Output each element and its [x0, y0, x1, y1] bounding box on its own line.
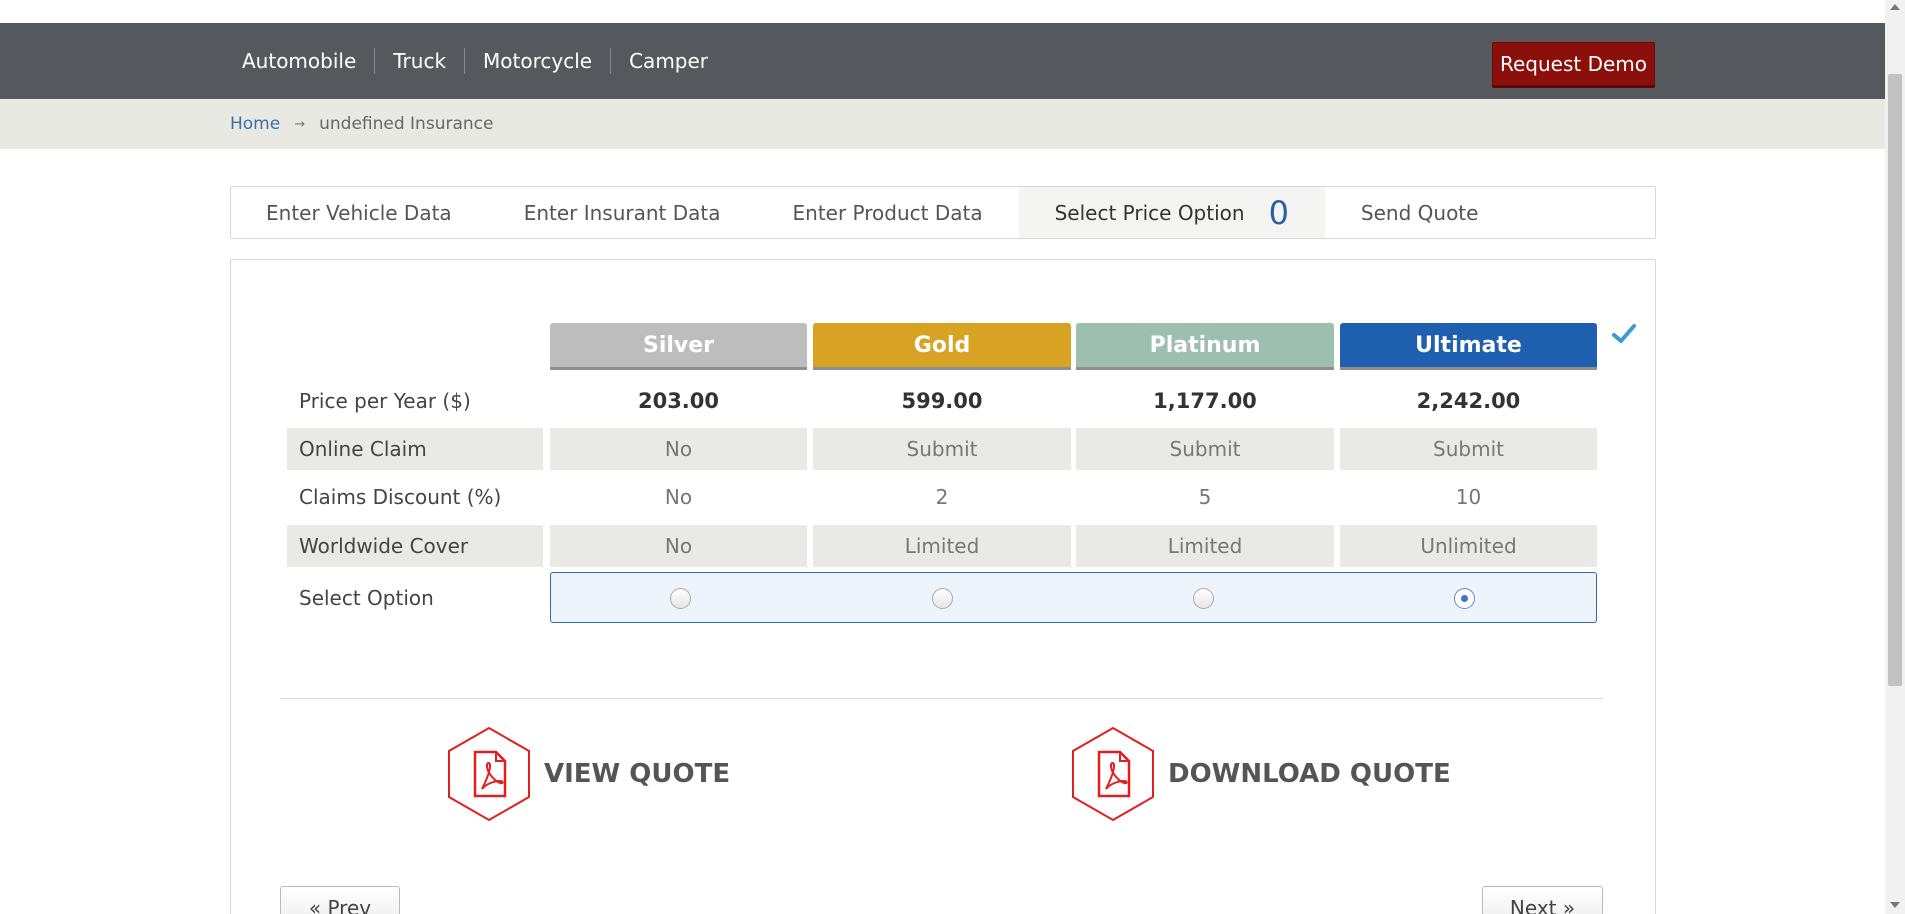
- row-label-online-claim: Online Claim: [287, 428, 543, 470]
- radio-platinum[interactable]: [1193, 588, 1214, 609]
- price-platinum: 1,177.00: [1153, 389, 1257, 413]
- plan-header-platinum: Platinum: [1076, 323, 1334, 370]
- plan-header-gold: Gold: [813, 323, 1071, 370]
- prev-button[interactable]: « Prev: [280, 886, 400, 914]
- radio-silver[interactable]: [670, 588, 691, 609]
- online-claim-ultimate: Submit: [1340, 428, 1597, 470]
- vertical-scrollbar[interactable]: [1885, 0, 1905, 914]
- plan-header-ultimate: Ultimate: [1340, 323, 1597, 370]
- view-quote-label: VIEW QUOTE: [544, 759, 731, 789]
- nav-menu: Automobile Truck Motorcycle Camper: [232, 23, 726, 99]
- step-enter-insurant-data[interactable]: Enter Insurant Data: [488, 187, 757, 238]
- radio-ultimate[interactable]: [1454, 588, 1475, 609]
- worldwide-cover-silver: No: [550, 525, 807, 567]
- breadcrumb-bar: Home → undefined Insurance: [0, 99, 1885, 149]
- claims-discount-ultimate: 10: [1455, 485, 1482, 509]
- row-label-select-option: Select Option: [299, 586, 434, 610]
- row-label-worldwide-cover: Worldwide Cover: [287, 525, 543, 567]
- row-label-claims-discount: Claims Discount (%): [299, 485, 502, 509]
- breadcrumb-home-link[interactable]: Home: [230, 114, 280, 134]
- plan-header-silver: Silver: [550, 323, 807, 370]
- section-divider: [280, 698, 1603, 699]
- price-silver: 203.00: [637, 389, 720, 413]
- claims-discount-gold: 2: [935, 485, 949, 509]
- worldwide-cover-platinum: Limited: [1076, 525, 1334, 567]
- step-label: Enter Vehicle Data: [266, 200, 452, 225]
- breadcrumb: Home → undefined Insurance: [230, 99, 493, 149]
- nav-item-automobile[interactable]: Automobile: [232, 48, 374, 74]
- wizard-steps: Enter Vehicle Data Enter Insurant Data E…: [230, 186, 1656, 239]
- nav-item-truck[interactable]: Truck: [374, 48, 464, 74]
- nav-item-camper[interactable]: Camper: [610, 48, 726, 74]
- pdf-icon: [1072, 726, 1154, 822]
- claims-discount-platinum: 5: [1198, 485, 1212, 509]
- row-label-price: Price per Year ($): [299, 389, 471, 413]
- worldwide-cover-ultimate: Unlimited: [1340, 525, 1597, 567]
- scroll-down-icon[interactable]: [1890, 902, 1900, 908]
- download-quote-label: DOWNLOAD QUOTE: [1168, 759, 1451, 789]
- check-icon: [1612, 323, 1636, 351]
- step-label: Enter Product Data: [792, 200, 983, 225]
- select-option-row: [550, 572, 1597, 623]
- price-gold: 599.00: [901, 389, 983, 413]
- scroll-up-icon[interactable]: [1890, 4, 1900, 10]
- step-select-price-option[interactable]: Select Price Option 0: [1018, 187, 1325, 238]
- step-enter-product-data[interactable]: Enter Product Data: [757, 187, 1019, 238]
- breadcrumb-current: undefined Insurance: [319, 114, 494, 134]
- step-label: Send Quote: [1360, 200, 1479, 225]
- next-button[interactable]: Next »: [1482, 886, 1603, 914]
- pdf-icon: [448, 726, 530, 822]
- scroll-thumb[interactable]: [1888, 74, 1902, 686]
- step-label: Enter Insurant Data: [523, 200, 721, 225]
- online-claim-silver: No: [550, 428, 807, 470]
- claims-discount-silver: No: [664, 485, 693, 509]
- request-demo-button[interactable]: Request Demo: [1492, 42, 1655, 86]
- breadcrumb-arrow-icon: →: [294, 116, 306, 132]
- top-strip: [0, 0, 1885, 23]
- top-navbar: Automobile Truck Motorcycle Camper Reque…: [0, 23, 1885, 99]
- download-quote-button[interactable]: DOWNLOAD QUOTE: [1070, 726, 1451, 822]
- worldwide-cover-gold: Limited: [813, 525, 1071, 567]
- radio-gold[interactable]: [932, 588, 953, 609]
- step-send-quote[interactable]: Send Quote: [1325, 187, 1515, 238]
- nav-item-motorcycle[interactable]: Motorcycle: [464, 48, 610, 74]
- step-label: Select Price Option: [1054, 200, 1245, 225]
- online-claim-gold: Submit: [813, 428, 1071, 470]
- view-quote-button[interactable]: VIEW QUOTE: [446, 726, 730, 822]
- step-error-count: 0: [1268, 193, 1289, 232]
- online-claim-platinum: Submit: [1076, 428, 1334, 470]
- price-ultimate: 2,242.00: [1416, 389, 1521, 413]
- step-enter-vehicle-data[interactable]: Enter Vehicle Data: [231, 187, 488, 238]
